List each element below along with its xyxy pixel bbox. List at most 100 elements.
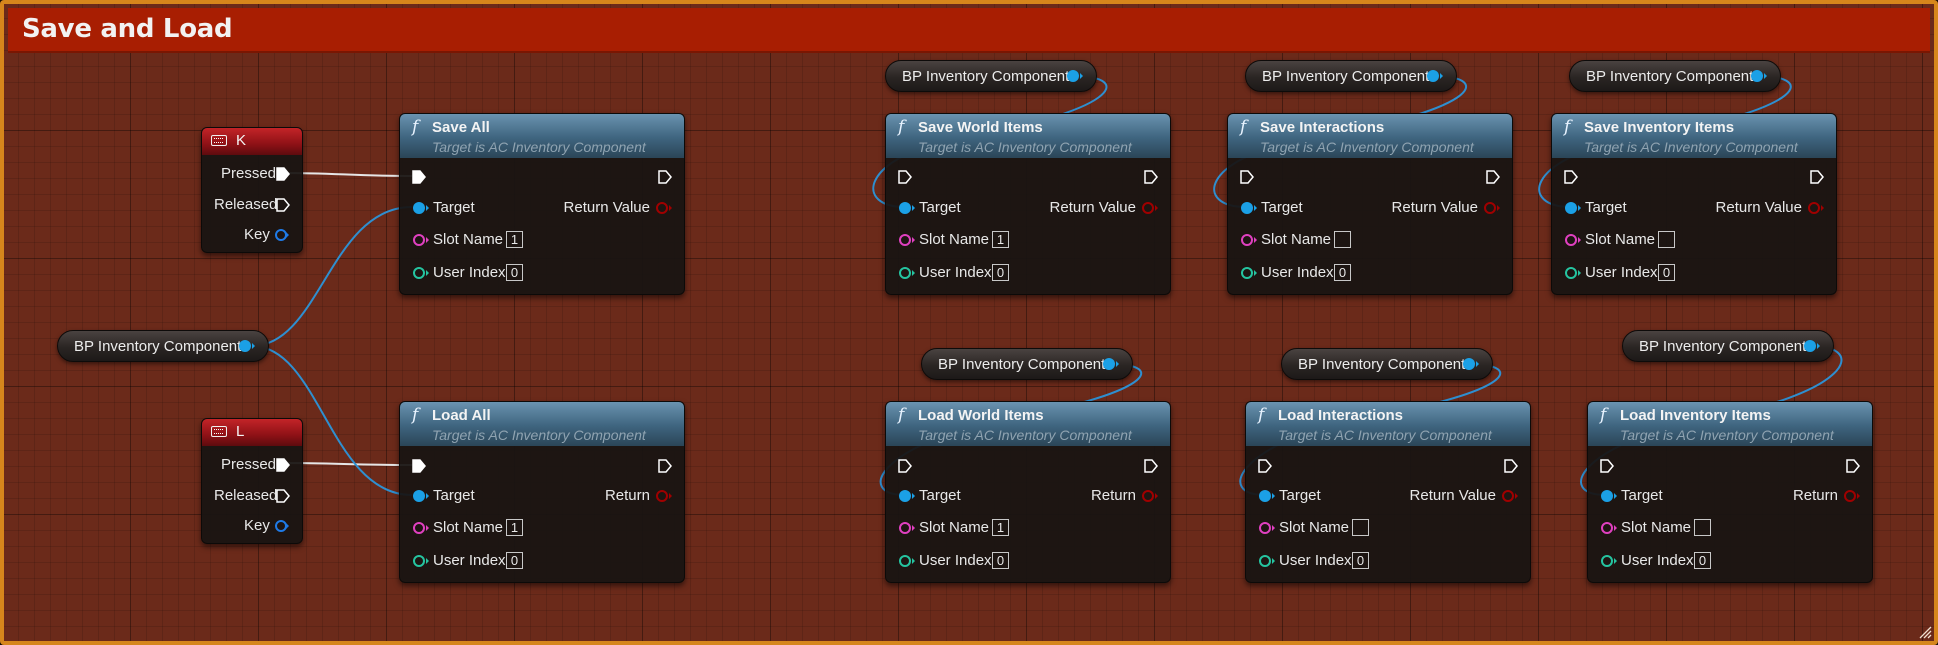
- target-object-pin-icon[interactable]: [1564, 201, 1582, 215]
- bp-inventory-component-variable[interactable]: BP Inventory Component: [885, 60, 1097, 92]
- function-header[interactable]: f Load Interactions Target is AC Invento…: [1246, 402, 1530, 446]
- exec-out-pin-icon[interactable]: [1504, 459, 1518, 473]
- return-bool-pin-icon[interactable]: [1807, 201, 1825, 215]
- return-bool-pin-icon[interactable]: [1141, 201, 1159, 215]
- bp-inventory-component-variable[interactable]: BP Inventory Component: [1245, 60, 1457, 92]
- keyboard-event-node-k[interactable]: K Pressed Released Key: [201, 127, 303, 253]
- user-index-int-pin-icon[interactable]: [1240, 266, 1258, 280]
- slot-name-string-pin-icon[interactable]: [1258, 521, 1276, 535]
- user-index-int-pin-icon[interactable]: [1600, 554, 1618, 568]
- exec-out-pin-icon[interactable]: [1144, 459, 1158, 473]
- exec-in-pin-icon[interactable]: [412, 170, 426, 184]
- bp-inventory-component-variable[interactable]: BP Inventory Component: [921, 348, 1133, 380]
- object-output-pin-icon[interactable]: [1102, 357, 1120, 371]
- keyboard-event-node-l[interactable]: L Pressed Released Key: [201, 418, 303, 544]
- function-header[interactable]: f Save Inventory Items Target is AC Inve…: [1552, 114, 1836, 158]
- target-object-pin-icon[interactable]: [412, 201, 430, 215]
- target-object-pin-icon[interactable]: [412, 489, 430, 503]
- slot-name-string-pin-icon[interactable]: [1600, 521, 1618, 535]
- pressed-exec-pin-icon[interactable]: [276, 458, 290, 472]
- slot-name-string-pin-icon[interactable]: [412, 233, 430, 247]
- key-struct-pin-icon[interactable]: [274, 519, 290, 533]
- user-index-int-pin-icon[interactable]: [898, 554, 916, 568]
- slot-name-field[interactable]: [1334, 231, 1351, 248]
- return-bool-pin-icon[interactable]: [1483, 201, 1501, 215]
- object-output-pin-icon[interactable]: [238, 339, 256, 353]
- exec-in-pin-icon[interactable]: [1240, 170, 1254, 184]
- function-node-save-world-items[interactable]: f Save World Items Target is AC Inventor…: [885, 113, 1171, 295]
- object-output-pin-icon[interactable]: [1066, 69, 1084, 83]
- return-bool-pin-icon[interactable]: [1843, 489, 1861, 503]
- return-bool-pin-icon[interactable]: [1501, 489, 1519, 503]
- function-header[interactable]: f Save World Items Target is AC Inventor…: [886, 114, 1170, 158]
- function-node-save-inventory-items[interactable]: f Save Inventory Items Target is AC Inve…: [1551, 113, 1837, 295]
- return-bool-pin-icon[interactable]: [1141, 489, 1159, 503]
- function-node-load-interactions[interactable]: f Load Interactions Target is AC Invento…: [1245, 401, 1531, 583]
- slot-name-field[interactable]: [1352, 519, 1369, 536]
- function-header[interactable]: f Save Interactions Target is AC Invento…: [1228, 114, 1512, 158]
- user-index-int-pin-icon[interactable]: [1258, 554, 1276, 568]
- function-header[interactable]: f Save All Target is AC Inventory Compon…: [400, 114, 684, 158]
- user-index-field[interactable]: 0: [992, 264, 1009, 281]
- exec-out-pin-icon[interactable]: [1486, 170, 1500, 184]
- exec-in-pin-icon[interactable]: [1258, 459, 1272, 473]
- bp-inventory-component-variable[interactable]: BP Inventory Component: [1569, 60, 1781, 92]
- slot-name-field[interactable]: 1: [992, 231, 1009, 248]
- return-bool-pin-icon[interactable]: [655, 489, 673, 503]
- slot-name-field[interactable]: [1658, 231, 1675, 248]
- event-header[interactable]: L: [202, 419, 302, 446]
- target-object-pin-icon[interactable]: [898, 489, 916, 503]
- user-index-field[interactable]: 0: [506, 264, 523, 281]
- function-node-save-interactions[interactable]: f Save Interactions Target is AC Invento…: [1227, 113, 1513, 295]
- target-object-pin-icon[interactable]: [1240, 201, 1258, 215]
- user-index-field[interactable]: 0: [1334, 264, 1351, 281]
- released-exec-pin-icon[interactable]: [276, 198, 290, 212]
- pressed-exec-pin-icon[interactable]: [276, 167, 290, 181]
- return-bool-pin-icon[interactable]: [655, 201, 673, 215]
- slot-name-field[interactable]: 1: [506, 231, 523, 248]
- target-object-pin-icon[interactable]: [898, 201, 916, 215]
- exec-in-pin-icon[interactable]: [898, 170, 912, 184]
- user-index-int-pin-icon[interactable]: [1564, 266, 1582, 280]
- exec-in-pin-icon[interactable]: [1600, 459, 1614, 473]
- slot-name-field[interactable]: [1694, 519, 1711, 536]
- slot-name-string-pin-icon[interactable]: [412, 521, 430, 535]
- user-index-field[interactable]: 0: [1658, 264, 1675, 281]
- exec-out-pin-icon[interactable]: [658, 459, 672, 473]
- event-header[interactable]: K: [202, 128, 302, 155]
- function-node-load-world-items[interactable]: f Load World Items Target is AC Inventor…: [885, 401, 1171, 583]
- target-object-pin-icon[interactable]: [1258, 489, 1276, 503]
- exec-out-pin-icon[interactable]: [1846, 459, 1860, 473]
- function-header[interactable]: f Load Inventory Items Target is AC Inve…: [1588, 402, 1872, 446]
- bp-inventory-component-variable[interactable]: BP Inventory Component: [1622, 330, 1834, 362]
- user-index-int-pin-icon[interactable]: [898, 266, 916, 280]
- function-header[interactable]: f Load All Target is AC Inventory Compon…: [400, 402, 684, 446]
- slot-name-string-pin-icon[interactable]: [898, 521, 916, 535]
- exec-out-pin-icon[interactable]: [1810, 170, 1824, 184]
- object-output-pin-icon[interactable]: [1803, 339, 1821, 353]
- user-index-field[interactable]: 0: [1352, 552, 1369, 569]
- exec-in-pin-icon[interactable]: [898, 459, 912, 473]
- object-output-pin-icon[interactable]: [1750, 69, 1768, 83]
- function-node-load-inventory-items[interactable]: f Load Inventory Items Target is AC Inve…: [1587, 401, 1873, 583]
- function-node-save-all[interactable]: f Save All Target is AC Inventory Compon…: [399, 113, 685, 295]
- slot-name-string-pin-icon[interactable]: [1564, 233, 1582, 247]
- resize-handle-icon[interactable]: [1918, 625, 1932, 639]
- user-index-field[interactable]: 0: [506, 552, 523, 569]
- function-node-load-all[interactable]: f Load All Target is AC Inventory Compon…: [399, 401, 685, 583]
- exec-in-pin-icon[interactable]: [1564, 170, 1578, 184]
- bp-inventory-component-variable[interactable]: BP Inventory Component: [1281, 348, 1493, 380]
- slot-name-field[interactable]: 1: [992, 519, 1009, 536]
- target-object-pin-icon[interactable]: [1600, 489, 1618, 503]
- object-output-pin-icon[interactable]: [1426, 69, 1444, 83]
- user-index-field[interactable]: 0: [992, 552, 1009, 569]
- bp-inventory-component-variable[interactable]: BP Inventory Component: [57, 330, 269, 362]
- function-header[interactable]: f Load World Items Target is AC Inventor…: [886, 402, 1170, 446]
- exec-out-pin-icon[interactable]: [658, 170, 672, 184]
- slot-name-field[interactable]: 1: [506, 519, 523, 536]
- exec-in-pin-icon[interactable]: [412, 459, 426, 473]
- exec-out-pin-icon[interactable]: [1144, 170, 1158, 184]
- slot-name-string-pin-icon[interactable]: [1240, 233, 1258, 247]
- user-index-int-pin-icon[interactable]: [412, 266, 430, 280]
- user-index-field[interactable]: 0: [1694, 552, 1711, 569]
